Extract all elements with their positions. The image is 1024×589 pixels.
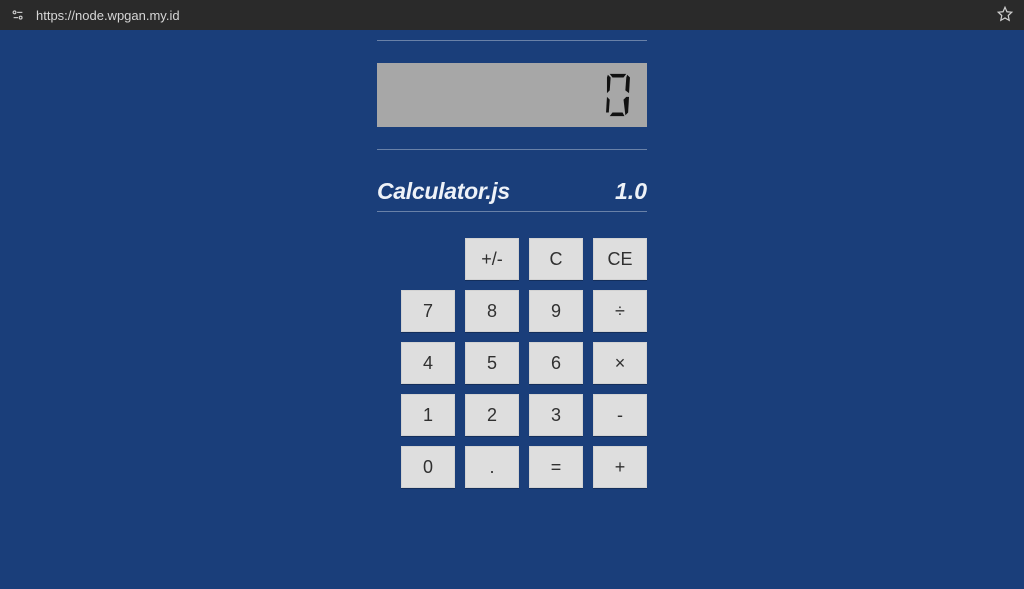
key-3[interactable]: 3	[529, 394, 583, 436]
site-settings-icon[interactable]	[10, 7, 26, 23]
key-7[interactable]: 7	[401, 290, 455, 332]
key-2[interactable]: 2	[465, 394, 519, 436]
calculator: 0 Calculator.js 1.0 +/- C CE 7 8 9 ÷ 4 5…	[377, 40, 647, 589]
divider-top	[377, 40, 647, 41]
key-9[interactable]: 9	[529, 290, 583, 332]
page-body: 0 Calculator.js 1.0 +/- C CE 7 8 9 ÷ 4 5…	[0, 30, 1024, 589]
key-1[interactable]: 1	[401, 394, 455, 436]
calculator-keypad: +/- C CE 7 8 9 ÷ 4 5 6 × 1 2 3 - 0 . = +	[377, 238, 647, 488]
key-8[interactable]: 8	[465, 290, 519, 332]
key-blank	[401, 238, 455, 280]
key-clear[interactable]: C	[529, 238, 583, 280]
key-equals[interactable]: =	[529, 446, 583, 488]
display-digit	[603, 72, 633, 118]
calculator-title-row: Calculator.js 1.0	[377, 178, 647, 205]
divider-under-title	[377, 211, 647, 212]
key-add[interactable]: +	[593, 446, 647, 488]
key-subtract[interactable]: -	[593, 394, 647, 436]
key-multiply[interactable]: ×	[593, 342, 647, 384]
key-6[interactable]: 6	[529, 342, 583, 384]
key-5[interactable]: 5	[465, 342, 519, 384]
url-text[interactable]: https://node.wpgan.my.id	[36, 8, 996, 23]
key-clear-entry[interactable]: CE	[593, 238, 647, 280]
app-name: Calculator.js	[377, 178, 510, 205]
key-4[interactable]: 4	[401, 342, 455, 384]
bookmark-star-icon[interactable]	[996, 5, 1014, 26]
app-version: 1.0	[615, 178, 647, 205]
key-plus-minus[interactable]: +/-	[465, 238, 519, 280]
calculator-display: 0	[377, 63, 647, 127]
key-divide[interactable]: ÷	[593, 290, 647, 332]
key-0[interactable]: 0	[401, 446, 455, 488]
divider-under-display	[377, 149, 647, 150]
key-decimal[interactable]: .	[465, 446, 519, 488]
browser-address-bar[interactable]: https://node.wpgan.my.id	[0, 0, 1024, 30]
